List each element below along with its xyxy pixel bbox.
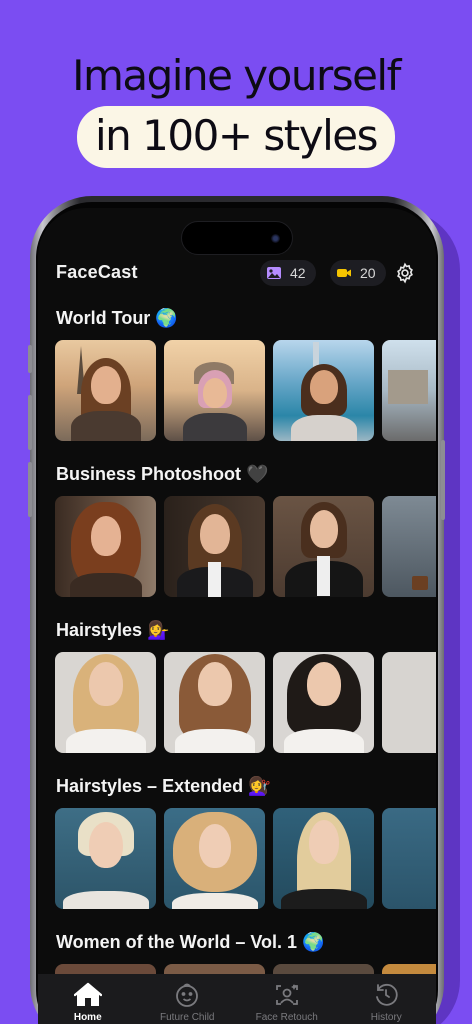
dynamic-island bbox=[181, 221, 293, 255]
photo-credits-badge[interactable]: 42 bbox=[260, 260, 316, 286]
hairstyles-row bbox=[55, 652, 436, 753]
face-retouch-icon bbox=[275, 984, 298, 1005]
video-camera-icon bbox=[336, 265, 352, 281]
section-title-hairstyles: Hairstyles 💁‍♀️ bbox=[56, 620, 170, 640]
home-icon bbox=[73, 982, 102, 1006]
tab-face-retouch[interactable]: Face Retouch bbox=[237, 974, 337, 1024]
style-thumbnail-hairstyle-4[interactable] bbox=[382, 652, 436, 753]
gear-icon[interactable] bbox=[394, 262, 416, 284]
tab-future-child-label: Future Child bbox=[160, 1012, 215, 1023]
style-thumbnail-business-3[interactable] bbox=[273, 496, 374, 597]
bottom-tab-bar: Home Future Child Face Retouch History bbox=[38, 974, 436, 1024]
tab-history[interactable]: History bbox=[337, 974, 437, 1024]
phone-volume-up bbox=[28, 395, 32, 450]
tab-future-child[interactable]: Future Child bbox=[138, 974, 238, 1024]
style-thumbnail-hairstyle-2[interactable] bbox=[164, 652, 265, 753]
video-credits-count: 20 bbox=[360, 265, 376, 281]
section-title-women-of-the-world: Women of the World – Vol. 1 🌍 bbox=[56, 932, 325, 952]
style-thumbnail-hairstyle-ext-2[interactable] bbox=[164, 808, 265, 909]
phone-power-button bbox=[441, 440, 445, 520]
headline-pill: in 100+ styles bbox=[77, 106, 395, 168]
video-credits-badge[interactable]: 20 bbox=[330, 260, 386, 286]
section-title-hairstyles-extended: Hairstyles – Extended 💇‍♀️ bbox=[56, 776, 271, 796]
app-title: FaceCast bbox=[56, 262, 138, 282]
style-thumbnail-business-1[interactable] bbox=[55, 496, 156, 597]
style-thumbnail-hairstyle-3[interactable] bbox=[273, 652, 374, 753]
style-thumbnail-hairstyle-ext-4[interactable] bbox=[382, 808, 436, 909]
image-icon bbox=[266, 265, 282, 281]
marketing-headline: Imagine yourself in 100+ styles bbox=[0, 50, 472, 168]
style-thumbnail-berlin[interactable] bbox=[382, 340, 436, 441]
tab-home[interactable]: Home bbox=[38, 974, 138, 1024]
phone-volume-down bbox=[28, 462, 32, 517]
style-thumbnail-paris[interactable] bbox=[55, 340, 156, 441]
world-tour-row bbox=[55, 340, 436, 441]
phone-side-button bbox=[28, 345, 32, 373]
style-thumbnail-hairstyle-ext-3[interactable] bbox=[273, 808, 374, 909]
tab-home-label: Home bbox=[73, 1012, 102, 1023]
style-thumbnail-hairstyle-ext-1[interactable] bbox=[55, 808, 156, 909]
hairstyles-extended-row bbox=[55, 808, 436, 909]
app-header: FaceCast 42 20 bbox=[38, 260, 436, 290]
history-icon bbox=[376, 983, 398, 1006]
tab-face-retouch-label: Face Retouch bbox=[255, 1012, 318, 1023]
baby-face-icon bbox=[176, 983, 199, 1007]
app-screen: FaceCast 42 20 World Tour 🌍 Business Pho… bbox=[38, 208, 436, 1024]
headline-line-1: Imagine yourself bbox=[72, 51, 401, 100]
style-thumbnail-business-4[interactable] bbox=[382, 496, 436, 597]
photo-credits-count: 42 bbox=[290, 265, 306, 281]
section-title-world-tour: World Tour 🌍 bbox=[56, 308, 178, 328]
style-thumbnail-istanbul[interactable] bbox=[164, 340, 265, 441]
style-thumbnail-dubai[interactable] bbox=[273, 340, 374, 441]
business-photoshoot-row bbox=[55, 496, 436, 597]
style-thumbnail-hairstyle-1[interactable] bbox=[55, 652, 156, 753]
section-title-business-photoshoot: Business Photoshoot 🖤 bbox=[56, 464, 269, 484]
tab-history-label: History bbox=[370, 1012, 402, 1023]
style-thumbnail-business-2[interactable] bbox=[164, 496, 265, 597]
